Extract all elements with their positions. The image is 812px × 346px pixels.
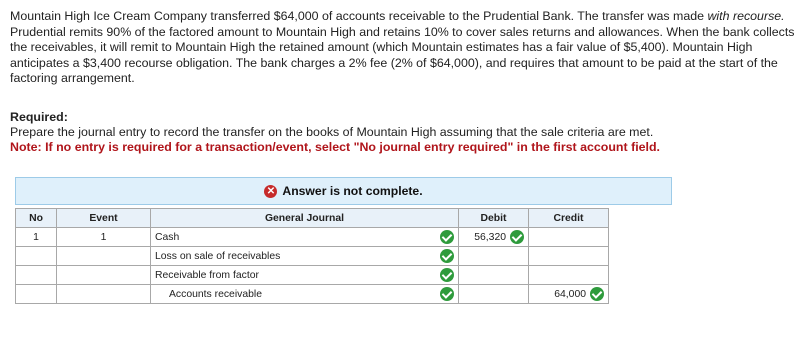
- check-icon: [590, 287, 604, 301]
- account-field[interactable]: Receivable from factor: [150, 265, 459, 285]
- problem-text-italic: with recourse.: [707, 9, 785, 23]
- account-field[interactable]: Cash: [150, 227, 459, 247]
- credit-value: 64,000: [554, 288, 586, 300]
- table-row: 1 1 Cash 56,320: [15, 227, 609, 247]
- problem-text-part1: Mountain High Ice Cream Company transfer…: [10, 9, 708, 23]
- account-name: Receivable from factor: [155, 269, 259, 281]
- debit-field[interactable]: [458, 246, 529, 266]
- row-event-cell: [56, 265, 151, 285]
- header-credit: Credit: [528, 208, 609, 228]
- x-circle-icon: ✕: [264, 184, 278, 198]
- account-field[interactable]: Accounts receivable: [150, 284, 459, 304]
- table-header-row: No Event General Journal Debit Credit: [15, 208, 609, 228]
- row-no-cell: [15, 246, 57, 266]
- answer-status-text: Answer is not complete.: [282, 184, 423, 198]
- check-icon: [440, 287, 454, 301]
- problem-text-part2: Prudential remits 90% of the factored am…: [10, 24, 795, 86]
- check-icon: [440, 249, 454, 263]
- header-no: No: [15, 208, 57, 228]
- debit-value: 56,320: [474, 231, 506, 243]
- check-icon: [440, 268, 454, 282]
- row-no-cell: 1: [15, 227, 57, 247]
- account-name: Cash: [155, 231, 180, 243]
- required-heading: Required:: [10, 110, 68, 124]
- header-debit: Debit: [458, 208, 529, 228]
- table-row: Loss on sale of receivables: [15, 246, 609, 266]
- debit-field[interactable]: [458, 284, 529, 304]
- row-event-cell: 1: [56, 227, 151, 247]
- problem-statement: Mountain High Ice Cream Company transfer…: [10, 9, 802, 87]
- account-field[interactable]: Loss on sale of receivables: [150, 246, 459, 266]
- debit-field[interactable]: 56,320: [458, 227, 529, 247]
- answer-status-banner: ✕ Answer is not complete.: [15, 177, 672, 205]
- check-icon: [510, 230, 524, 244]
- account-name: Accounts receivable: [169, 288, 262, 300]
- credit-field[interactable]: [528, 265, 609, 285]
- required-note: Note: If no entry is required for a tran…: [10, 140, 660, 154]
- row-no-cell: [15, 284, 57, 304]
- table-row: Receivable from factor: [15, 265, 609, 285]
- credit-field[interactable]: [528, 246, 609, 266]
- row-event-cell: [56, 284, 151, 304]
- credit-field[interactable]: [528, 227, 609, 247]
- credit-field[interactable]: 64,000: [528, 284, 609, 304]
- debit-field[interactable]: [458, 265, 529, 285]
- header-general-journal: General Journal: [150, 208, 459, 228]
- account-name: Loss on sale of receivables: [155, 250, 281, 262]
- table-row: Accounts receivable 64,000: [15, 284, 609, 304]
- row-event-cell: [56, 246, 151, 266]
- journal-entry-table: No Event General Journal Debit Credit 1 …: [15, 208, 609, 304]
- header-event: Event: [56, 208, 151, 228]
- required-text: Prepare the journal entry to record the …: [10, 125, 654, 139]
- row-no-cell: [15, 265, 57, 285]
- check-icon: [440, 230, 454, 244]
